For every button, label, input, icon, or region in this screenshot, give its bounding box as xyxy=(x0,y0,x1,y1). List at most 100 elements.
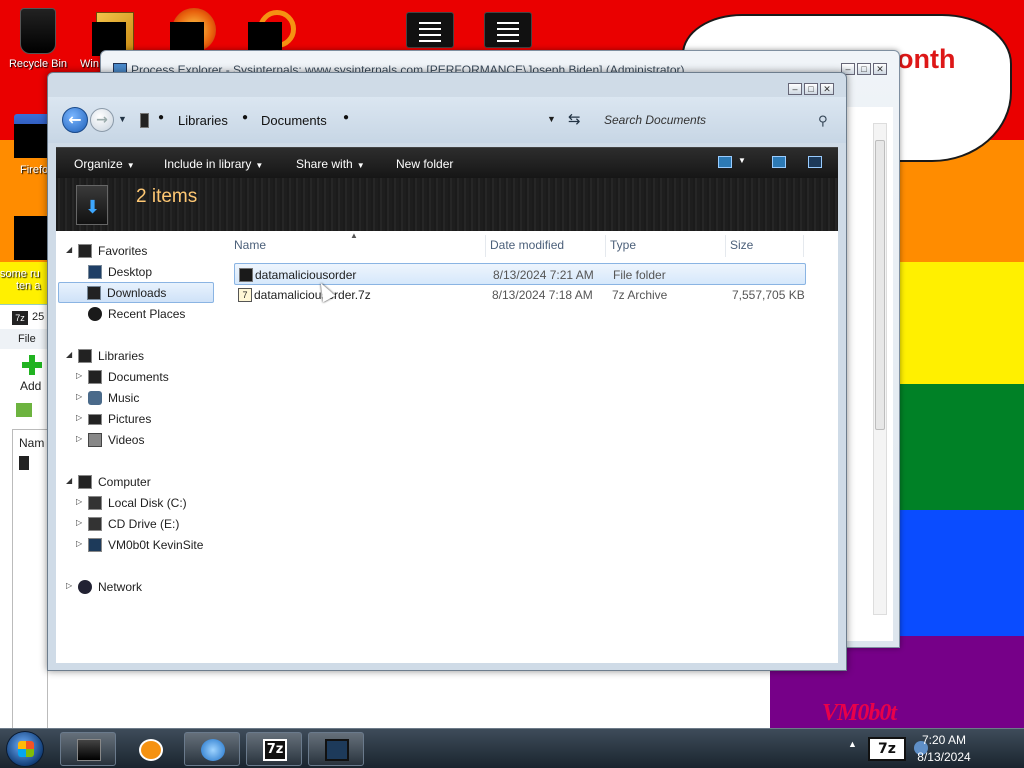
collapse-arrow-icon[interactable]: ▷ xyxy=(76,371,82,380)
process-explorer-scrollbar[interactable] xyxy=(873,123,887,615)
breadcrumb-separator[interactable]: ● xyxy=(343,112,349,123)
collapse-arrow-icon[interactable]: ▷ xyxy=(76,539,82,548)
recycle-bin-icon xyxy=(20,8,56,54)
media-player-icon xyxy=(139,739,163,761)
search-input[interactable] xyxy=(600,106,836,134)
breadcrumb-documents[interactable]: Documents xyxy=(261,113,327,128)
breadcrumb-separator[interactable]: ● xyxy=(158,112,164,123)
column-header-size[interactable]: Size xyxy=(726,235,804,257)
nav-downloads[interactable]: Downloads xyxy=(58,282,214,303)
collapse-arrow-icon[interactable]: ▷ xyxy=(76,392,82,401)
network-drive-icon xyxy=(88,538,102,552)
star-icon xyxy=(78,244,92,258)
desktop-icon-document-2[interactable] xyxy=(484,12,532,48)
magnifier-icon xyxy=(201,739,225,761)
minimize-button[interactable]: – xyxy=(788,83,802,95)
archive-7z-icon: 7 xyxy=(238,288,252,302)
expand-arrow-icon[interactable]: ◢ xyxy=(66,245,72,254)
start-button[interactable] xyxy=(6,731,44,767)
up-folder-icon[interactable] xyxy=(16,403,32,417)
7zip-add-button[interactable]: Add xyxy=(20,379,41,393)
7zip-icon: 7z xyxy=(263,739,287,761)
include-in-library-button[interactable]: Include in library ▼ xyxy=(164,157,263,171)
collapse-arrow-icon[interactable]: ▷ xyxy=(76,434,82,443)
scrollbar-thumb[interactable] xyxy=(875,140,885,430)
downloads-icon xyxy=(87,286,101,300)
address-bar[interactable]: ● Libraries ● Documents ● xyxy=(130,106,566,134)
search-icon[interactable]: ⚲ xyxy=(818,113,828,129)
collapse-arrow-icon[interactable]: ▷ xyxy=(76,518,82,527)
7zip-window-bottom xyxy=(48,670,770,728)
file-type: 7z Archive xyxy=(612,288,668,302)
change-view-icon[interactable] xyxy=(718,156,732,168)
folder-icon xyxy=(19,456,29,470)
downloads-folder-icon: ⬇ xyxy=(76,185,108,225)
tray-7zip-icon[interactable]: 7z xyxy=(868,737,906,761)
file-date: 8/13/2024 7:18 AM xyxy=(492,288,593,302)
documents-icon xyxy=(88,370,102,384)
file-row[interactable]: datamaliciousorder 8/13/2024 7:21 AM Fil… xyxy=(234,263,806,285)
share-with-button[interactable]: Share with ▼ xyxy=(296,157,365,171)
preview-pane-icon[interactable] xyxy=(772,156,786,168)
taskbar-button-explorer[interactable] xyxy=(60,732,116,766)
explorer-window[interactable]: – □ ✕ ← → ▼ ● Libraries ● Documents ● ▼ … xyxy=(47,72,847,671)
item-count: 2 items xyxy=(136,186,198,207)
taskbar: 7z ▲ 7z xyxy=(0,728,1024,768)
column-header-type[interactable]: Type xyxy=(606,235,726,257)
clock-date[interactable]: 8/13/2024 xyxy=(904,750,984,764)
taskbar-button-7zip[interactable]: 7z xyxy=(246,732,302,766)
close-button[interactable]: ✕ xyxy=(820,83,834,95)
forward-button[interactable]: → xyxy=(90,108,114,132)
explorer-content: ◢ Favorites Desktop Downloads Recent Pla… xyxy=(56,231,838,663)
7zip-title: 25 xyxy=(32,311,45,323)
new-folder-button[interactable]: New folder xyxy=(396,157,453,171)
file-name: datamaliciousorder xyxy=(255,268,357,282)
cd-drive-icon xyxy=(88,517,102,531)
collapse-arrow-icon[interactable]: ▷ xyxy=(76,497,82,506)
7zip-column-name: Nam xyxy=(19,436,45,450)
close-button[interactable]: ✕ xyxy=(873,63,887,75)
breadcrumb-separator[interactable]: ● xyxy=(242,112,248,123)
refresh-icon[interactable]: ⇆ xyxy=(568,110,581,128)
expand-arrow-icon[interactable]: ◢ xyxy=(66,350,72,359)
collapse-arrow-icon[interactable]: ▷ xyxy=(66,581,72,590)
taskbar-button-media-player[interactable] xyxy=(122,732,178,766)
7zip-window-background[interactable]: 7z 25 File Add Nam xyxy=(0,304,48,729)
address-dropdown[interactable]: ▼ xyxy=(547,114,556,124)
redacted-box xyxy=(14,216,48,260)
7zip-menu-file[interactable]: File xyxy=(18,333,36,345)
file-size: 7,557,705 KB xyxy=(732,288,805,302)
explorer-icon xyxy=(77,739,101,761)
file-name: datamaliciousorder.7z xyxy=(254,288,371,302)
breadcrumb-libraries[interactable]: Libraries xyxy=(178,113,228,128)
windows-logo-icon xyxy=(18,741,34,757)
navigation-pane: ◢ Favorites Desktop Downloads Recent Pla… xyxy=(56,231,226,663)
taskbar-button-app[interactable] xyxy=(308,732,364,766)
recent-pages-dropdown[interactable]: ▼ xyxy=(118,114,127,124)
clock-time[interactable]: 7:20 AM xyxy=(904,733,984,747)
help-icon[interactable] xyxy=(808,156,822,168)
taskbar-button-process-explorer[interactable] xyxy=(184,732,240,766)
maximize-button[interactable]: □ xyxy=(804,83,818,95)
organize-button[interactable]: Organize ▼ xyxy=(74,157,135,171)
expand-arrow-icon[interactable]: ◢ xyxy=(66,476,72,485)
videos-icon xyxy=(88,433,102,447)
column-header-name[interactable]: Name ▲ xyxy=(230,231,486,257)
7zip-icon: 7z xyxy=(12,311,28,325)
show-hidden-icons-icon[interactable]: ▲ xyxy=(848,739,857,749)
collapse-arrow-icon[interactable]: ▷ xyxy=(76,413,82,422)
libraries-icon xyxy=(140,113,149,128)
bubble-text: onth xyxy=(897,44,956,74)
view-options-dropdown[interactable]: ▼ xyxy=(738,156,746,165)
add-icon xyxy=(22,355,42,375)
column-header-date[interactable]: Date modified xyxy=(486,235,606,257)
desktop-icon-label: Firefo xyxy=(20,164,48,176)
back-button[interactable]: ← xyxy=(62,107,88,133)
music-icon xyxy=(88,391,102,405)
desktop-icon-document-1[interactable] xyxy=(406,12,454,48)
command-bar: Organize ▼ Include in library ▼ Share with… xyxy=(56,147,838,231)
maximize-button[interactable]: □ xyxy=(857,63,871,75)
redacted-box xyxy=(14,124,48,158)
libraries-icon xyxy=(78,349,92,363)
window-icon xyxy=(325,739,349,761)
